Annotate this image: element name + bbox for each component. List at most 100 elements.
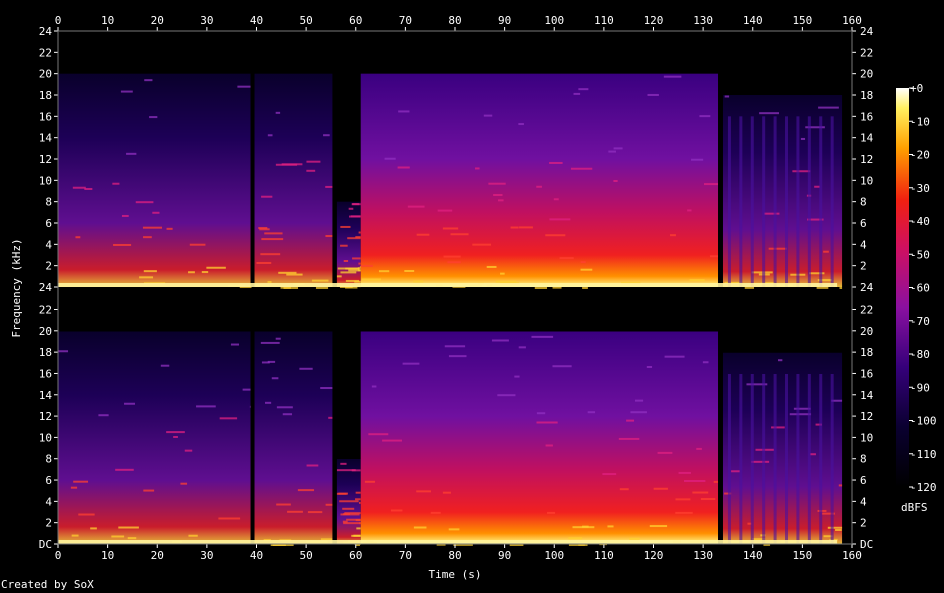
decay-column	[762, 116, 766, 287]
harmonic-streak	[166, 227, 173, 230]
harmonic-streak	[297, 489, 315, 492]
y-tick-label-right: 10	[860, 431, 873, 444]
harmonic-streak	[256, 261, 272, 264]
colorbar-tick-label: -70	[910, 315, 930, 328]
harmonic-streak	[184, 449, 193, 452]
harmonic-streak	[126, 152, 137, 155]
harmonic-streak	[58, 350, 69, 353]
y-tick-label-left: 16	[39, 367, 52, 380]
harmonic-streak	[549, 161, 563, 164]
harmonic-streak	[700, 498, 716, 501]
harmonic-streak	[242, 388, 252, 391]
decay-column	[727, 374, 731, 544]
harmonic-streak	[260, 341, 280, 344]
harmonic-streak	[350, 215, 361, 218]
harmonic-streak	[355, 519, 361, 522]
y-tick-label-left: 24	[39, 281, 53, 294]
harmonic-streak	[347, 237, 361, 240]
harmonic-streak	[764, 212, 780, 215]
y-tick-label-right: 2	[860, 260, 867, 273]
harmonic-streak	[361, 278, 381, 281]
harmonic-streak	[816, 286, 829, 289]
harmonic-streak	[553, 198, 559, 201]
colorbar-tick-label: -110	[910, 448, 937, 461]
harmonic-streak	[278, 271, 297, 274]
y-tick-label-right: 14	[860, 132, 874, 145]
harmonic-streak	[188, 271, 195, 274]
harmonic-streak	[173, 435, 178, 438]
harmonic-streak	[536, 185, 542, 188]
harmonic-streak	[430, 511, 441, 514]
harmonic-streak	[709, 255, 719, 258]
harmonic-streak	[286, 273, 303, 276]
channel-panel-2	[58, 289, 852, 546]
harmonic-streak	[325, 185, 334, 188]
harmonic-streak	[800, 137, 806, 140]
harmonic-streak	[267, 281, 272, 284]
harmonic-streak	[768, 247, 787, 250]
harmonic-streak	[809, 453, 816, 456]
harmonic-streak	[111, 535, 125, 538]
harmonic-streak	[413, 280, 424, 283]
harmonic-streak	[72, 186, 86, 189]
energy-region	[335, 201, 361, 287]
decay-column	[830, 374, 834, 544]
harmonic-streak	[792, 170, 811, 173]
harmonic-streak	[619, 488, 629, 491]
harmonic-streak	[536, 412, 546, 415]
y-tick-label-left: 22	[39, 304, 52, 317]
x-tick-label-top: 60	[349, 14, 362, 27]
y-tick-label-right: 8	[860, 196, 867, 209]
harmonic-streak	[545, 444, 553, 447]
harmonic-streak	[259, 228, 270, 231]
y-tick-label-left: 14	[39, 389, 53, 402]
harmonic-streak	[357, 267, 361, 270]
harmonic-streak	[777, 359, 783, 362]
harmonic-streak	[338, 492, 348, 495]
colorbar-tick-label: -90	[910, 381, 930, 394]
harmonic-streak	[118, 526, 139, 529]
y-tick-label-right: 20	[860, 325, 873, 338]
harmonic-streak	[189, 243, 206, 246]
harmonic-streak	[657, 451, 673, 454]
harmonic-streak	[336, 275, 342, 278]
decay-column	[773, 116, 777, 287]
x-tick-label-bottom: 120	[644, 549, 664, 562]
decay-column	[807, 116, 811, 287]
harmonic-streak	[613, 147, 623, 150]
harmonic-streak	[559, 257, 574, 260]
y-tick-label-right: 18	[860, 346, 873, 359]
decay-column	[796, 116, 800, 287]
harmonic-streak	[360, 264, 373, 267]
harmonic-streak	[368, 433, 389, 436]
harmonic-streak	[744, 286, 755, 289]
harmonic-streak	[371, 385, 377, 388]
harmonic-streak	[437, 209, 453, 212]
y-tick-label-left: 4	[45, 495, 52, 508]
harmonic-streak	[696, 447, 702, 450]
harmonic-streak	[287, 510, 303, 513]
y-tick-label-left: 18	[39, 89, 52, 102]
harmonic-streak	[98, 414, 109, 417]
colorbar-tick-label: -80	[910, 348, 930, 361]
y-tick-label-left: 8	[45, 453, 52, 466]
harmonic-streak	[416, 490, 432, 493]
harmonic-streak	[443, 255, 461, 258]
harmonic-streak	[488, 182, 506, 185]
y-tick-label-left: 4	[45, 238, 52, 251]
decay-column	[830, 116, 834, 287]
harmonic-streak	[602, 473, 617, 476]
harmonic-streak	[143, 489, 155, 492]
harmonic-streak	[839, 286, 843, 289]
harmonic-streak	[448, 528, 460, 531]
y-tick-label-right: 12	[860, 410, 873, 423]
harmonic-streak	[448, 355, 467, 358]
harmonic-streak	[450, 233, 469, 236]
harmonic-streak	[201, 271, 209, 274]
x-tick-label-top: 160	[842, 14, 862, 27]
y-tick-label-right: 14	[860, 389, 874, 402]
harmonic-streak	[358, 501, 361, 504]
harmonic-streak	[135, 201, 154, 204]
spectrogram-chart: 0 0 10 10 20 20 30 30 40 40 50 50 60 60 70 70 80 80 90 90 10…	[10, 14, 937, 581]
harmonic-streak	[261, 238, 284, 241]
